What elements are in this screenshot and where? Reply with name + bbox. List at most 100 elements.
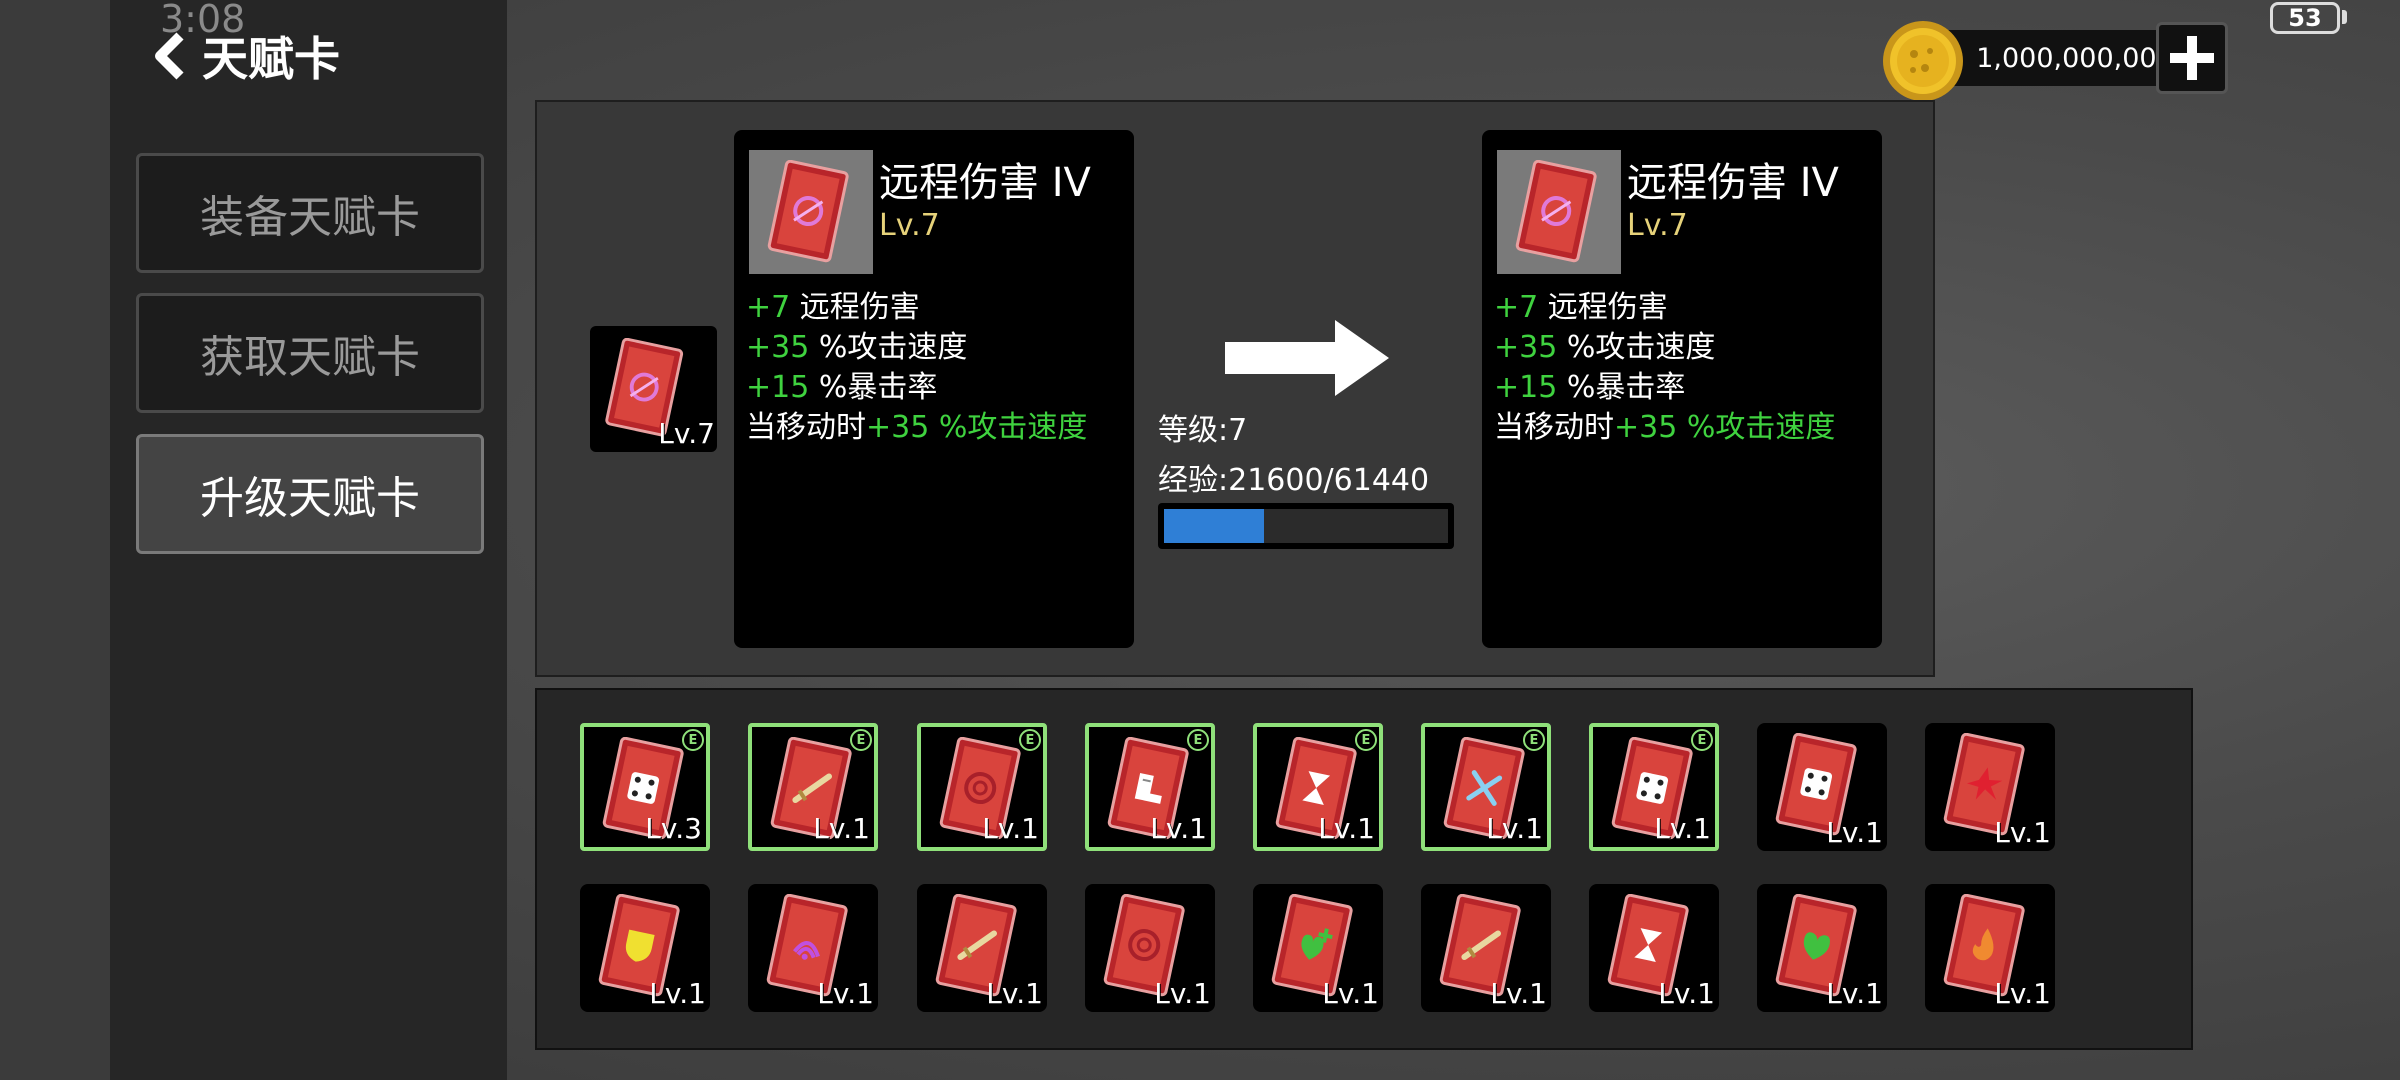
card-level: Lv.1 [1322,977,1379,1010]
stat-label: %攻击速度 [809,330,968,365]
stat-line: +35 %攻击速度 [1494,328,1835,368]
equipped-badge: E [1355,729,1377,751]
exp-text: 经验:21600/61440 [1158,463,1430,498]
sidebar-item-upgrade[interactable]: 升级天赋卡 [136,434,484,554]
add-currency-button[interactable] [2156,22,2228,94]
header: 天赋卡 [150,28,340,86]
card-level: Lv.1 [1994,977,2051,1010]
level-text: 等级:7 [1158,413,1248,448]
inventory-card[interactable]: E Lv.1 [1589,723,1719,851]
back-chevron-icon[interactable] [150,31,190,81]
card-level: Lv.3 [645,812,702,845]
stat-line: +15 %暴击率 [1494,368,1835,408]
stat-value: +7 [1494,290,1539,325]
stat-condition: 当移动时 [746,410,866,445]
card-level: Lv.1 [1490,977,1547,1010]
inventory-card[interactable]: Lv.1 [917,884,1047,1012]
inventory-card[interactable]: Lv.1 [580,884,710,1012]
next-card-image [1497,150,1621,274]
stat-label: %暴击率 [809,370,938,405]
source-card-slot[interactable]: Lv.7 [590,326,717,452]
inventory-card[interactable]: Lv.1 [1589,884,1719,1012]
inventory-card[interactable]: Lv.1 [1757,723,1887,851]
stat-label: 远程伤害 [1538,290,1668,325]
next-card-name: 远程伤害 IV [1627,160,1839,206]
next-card-stats: +7 远程伤害 +35 %攻击速度 +15 %暴击率 当移动时+35 %攻击速度 [1494,288,1835,448]
current-card-detail: 远程伤害 IV Lv.7 +7 远程伤害 +35 %攻击速度 +15 %暴击率 … [734,130,1134,648]
card-level: Lv.1 [1150,812,1207,845]
card-level: Lv.1 [1654,812,1711,845]
inventory-card[interactable]: E Lv.1 [748,723,878,851]
next-card-detail: 远程伤害 IV Lv.7 +7 远程伤害 +35 %攻击速度 +15 %暴击率 … [1482,130,1882,648]
page-title: 天赋卡 [202,32,340,86]
card-level: Lv.1 [649,977,706,1010]
equipped-badge: E [1691,729,1713,751]
stat-value: +15 [746,370,810,405]
stat-line-conditional: 当移动时+35 %攻击速度 [1494,408,1835,448]
inventory-card[interactable]: Lv.1 [1421,884,1551,1012]
currency-display: 1,000,000,000 [1880,18,2228,101]
current-card-level: Lv.7 [879,208,940,243]
inventory-card[interactable]: E Lv.3 [580,723,710,851]
sidebar-item-equip[interactable]: 装备天赋卡 [136,153,484,273]
ranged-bow-icon [767,160,849,263]
card-level: Lv.1 [1826,977,1883,1010]
inventory-card[interactable]: Lv.1 [1253,884,1383,1012]
card-level: Lv.1 [1658,977,1715,1010]
current-card-stats: +7 远程伤害 +35 %攻击速度 +15 %暴击率 当移动时+35 %攻击速度 [746,288,1087,448]
left-margin [0,0,110,1080]
inventory-card[interactable]: Lv.1 [748,884,878,1012]
inventory-card[interactable]: E Lv.1 [1253,723,1383,851]
ranged-bow-icon [1515,160,1597,263]
stat-label: %攻击速度 [1557,330,1716,365]
exp-fill [1164,509,1264,543]
inventory-card[interactable]: E Lv.1 [917,723,1047,851]
card-level: Lv.1 [813,812,870,845]
stat-line: +15 %暴击率 [746,368,1087,408]
stat-value: +7 [746,290,791,325]
card-level: Lv.1 [1486,812,1543,845]
card-level: Lv.1 [817,977,874,1010]
stat-line: +7 远程伤害 [1494,288,1835,328]
inventory-card[interactable]: Lv.1 [1085,884,1215,1012]
sidebar-item-obtain[interactable]: 获取天赋卡 [136,293,484,413]
equipped-badge: E [1523,729,1545,751]
card-level: Lv.1 [1994,816,2051,849]
stat-value: +35 %攻击速度 [1614,410,1836,445]
inventory-card[interactable]: E Lv.1 [1421,723,1551,851]
stat-line-conditional: 当移动时+35 %攻击速度 [746,408,1087,448]
plus-icon [2170,36,2214,80]
card-level: Lv.1 [1154,977,1211,1010]
card-level: Lv.1 [1318,812,1375,845]
next-card-level: Lv.7 [1627,208,1688,243]
stat-value: +35 [746,330,810,365]
upgrade-arrow-icon [1225,320,1389,396]
current-card-name: 远程伤害 IV [879,160,1091,206]
inventory-card[interactable]: Lv.1 [1757,884,1887,1012]
exp-track [1164,509,1448,543]
source-card-level: Lv.7 [658,417,715,450]
stat-value: +35 [1494,330,1558,365]
equipped-badge: E [1019,729,1041,751]
equipped-badge: E [1187,729,1209,751]
stat-line: +35 %攻击速度 [746,328,1087,368]
stat-label: 远程伤害 [790,290,920,325]
battery-nub [2342,10,2347,24]
current-card-image [749,150,873,274]
stat-condition: 当移动时 [1494,410,1614,445]
card-level: Lv.1 [982,812,1039,845]
inventory-card[interactable]: Lv.1 [1925,884,2055,1012]
stat-line: +7 远程伤害 [746,288,1087,328]
exp-progress-bar [1158,503,1454,549]
gold-coin-icon [1883,21,1963,101]
stat-label: %暴击率 [1557,370,1686,405]
equipped-badge: E [682,729,704,751]
inventory-card[interactable]: E Lv.1 [1085,723,1215,851]
card-level: Lv.1 [986,977,1043,1010]
battery-indicator: 53 [2270,2,2340,34]
stat-value: +15 [1494,370,1558,405]
stat-value: +35 %攻击速度 [866,410,1088,445]
equipped-badge: E [850,729,872,751]
inventory-card[interactable]: Lv.1 [1925,723,2055,851]
card-level: Lv.1 [1826,816,1883,849]
